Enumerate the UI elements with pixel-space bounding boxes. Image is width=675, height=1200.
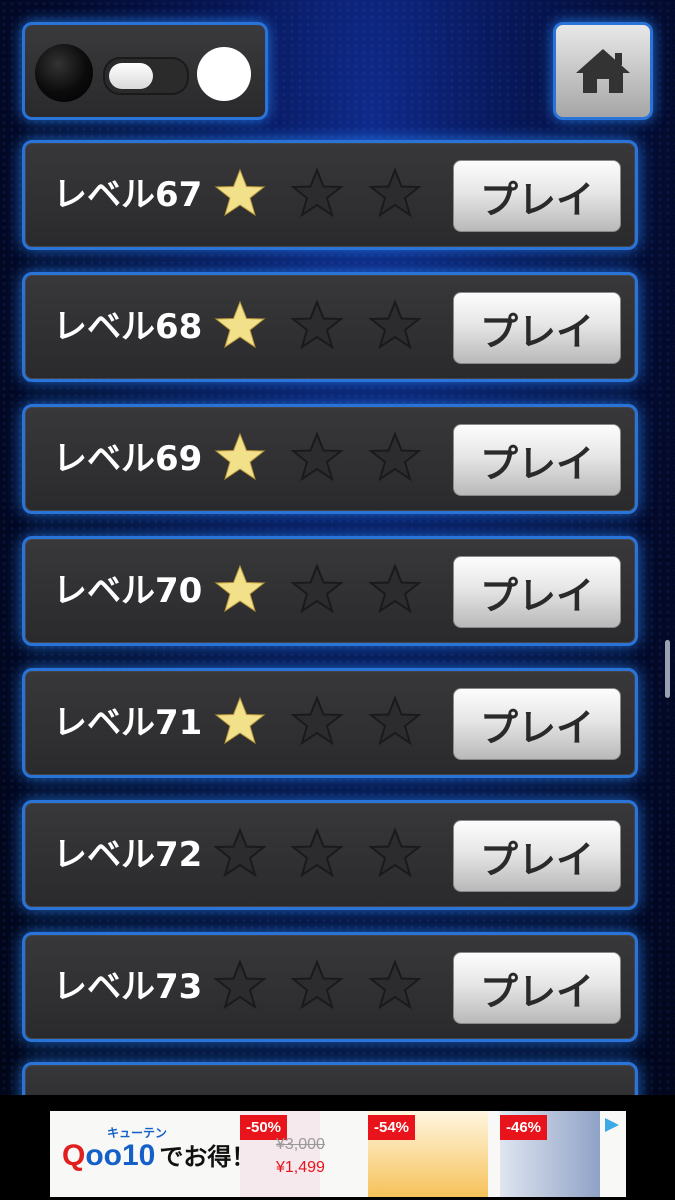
level-row: レベル67 プレイ — [22, 140, 638, 250]
level-label: レベル67 — [53, 175, 203, 215]
star-filled-icon — [214, 300, 266, 349]
ad-brand-q: Q — [62, 1139, 86, 1172]
light-mode-icon[interactable] — [197, 47, 251, 101]
ad-choices-icon[interactable] — [602, 1115, 622, 1135]
play-button[interactable]: プレイ — [453, 160, 621, 232]
ad-brand-rest: oo10 — [85, 1139, 156, 1172]
toggle-knob — [109, 63, 153, 89]
star-empty-icon — [213, 827, 267, 878]
ad-price-old: ¥3,000 — [276, 1136, 325, 1153]
play-button[interactable]: プレイ — [453, 292, 621, 364]
scrollbar[interactable] — [665, 640, 670, 698]
level-label: レベル72 — [53, 835, 203, 875]
level-row: レベル71 プレイ — [22, 668, 638, 778]
level-row: レベル70 プレイ — [22, 536, 638, 646]
dark-mode-icon[interactable] — [35, 44, 93, 102]
level-label: レベル68 — [53, 307, 203, 347]
ad-price-new: ¥1,499 — [276, 1159, 325, 1176]
star-empty-icon — [290, 431, 344, 482]
ad-logo: キューテン Qoo10 でお得！ — [62, 1126, 255, 1173]
play-button[interactable]: プレイ — [453, 688, 621, 760]
ad-discount-3: -46% — [500, 1115, 548, 1140]
star-empty-icon — [368, 563, 422, 614]
star-empty-icon — [213, 959, 267, 1010]
star-filled-icon — [214, 432, 266, 481]
star-filled-icon — [214, 696, 266, 745]
star-empty-icon — [368, 167, 422, 218]
level-label: レベル69 — [53, 439, 203, 479]
star-empty-icon — [368, 299, 422, 350]
ad-brand-sub: キューテン — [107, 1126, 168, 1140]
star-empty-icon — [368, 959, 422, 1010]
level-label: レベル70 — [53, 571, 203, 611]
play-button[interactable]: プレイ — [453, 556, 621, 628]
star-empty-icon — [368, 695, 422, 746]
star-empty-icon — [290, 167, 344, 218]
star-filled-icon — [214, 564, 266, 613]
level-row: レベル69 プレイ — [22, 404, 638, 514]
star-empty-icon — [290, 563, 344, 614]
level-row: レベル73 プレイ — [22, 932, 638, 1042]
ad-discount-2: -54% — [368, 1115, 416, 1140]
play-button[interactable]: プレイ — [453, 820, 621, 892]
star-empty-icon — [290, 959, 344, 1010]
star-empty-icon — [290, 299, 344, 350]
home-button[interactable] — [553, 22, 653, 120]
star-filled-icon — [214, 168, 266, 217]
play-button[interactable]: プレイ — [453, 952, 621, 1024]
star-empty-icon — [290, 827, 344, 878]
level-row: レベル68 プレイ — [22, 272, 638, 382]
ad-banner[interactable]: キューテン Qoo10 でお得！ -50% ¥3,000 ¥1,499 -54% … — [50, 1111, 626, 1197]
play-button[interactable]: プレイ — [453, 424, 621, 496]
star-empty-icon — [290, 695, 344, 746]
level-label: レベル73 — [53, 967, 203, 1007]
theme-toggle-switch[interactable] — [103, 57, 189, 95]
star-empty-icon — [368, 827, 422, 878]
theme-toggle-panel — [22, 22, 268, 120]
level-label: レベル71 — [53, 703, 203, 743]
star-empty-icon — [368, 431, 422, 482]
level-row: レベル72 プレイ — [22, 800, 638, 910]
home-icon — [576, 49, 630, 93]
